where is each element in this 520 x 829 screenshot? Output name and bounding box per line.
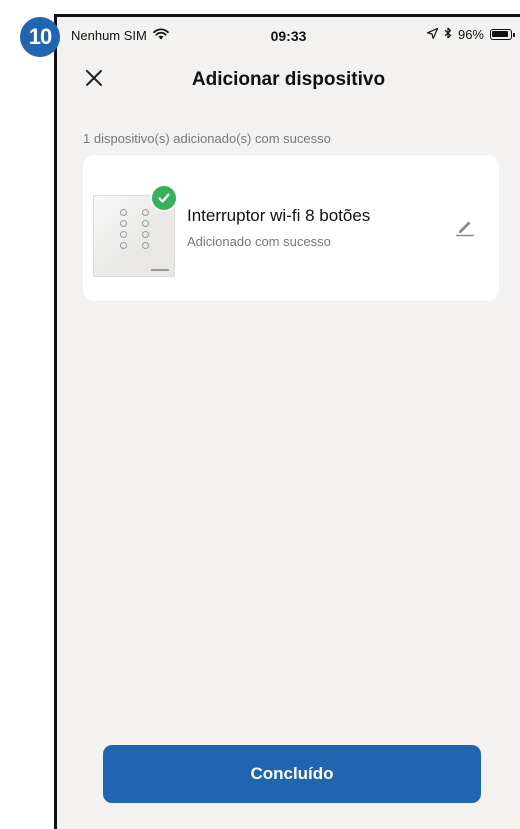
navigation-bar: Adicionar dispositivo: [57, 57, 520, 101]
phone-screen: Nenhum SIM 09:33 96% Adicionar dispositi…: [54, 14, 520, 829]
battery-percent: 96%: [457, 27, 484, 42]
device-card[interactable]: Interruptor wi-fi 8 botões Adicionado co…: [83, 155, 499, 301]
success-check-badge: [150, 184, 178, 212]
status-right: 96%: [426, 27, 515, 42]
page-title: Adicionar dispositivo: [191, 69, 386, 90]
device-name: Interruptor wi-fi 8 botões: [187, 206, 371, 225]
step-number-badge: 10: [20, 17, 60, 57]
pencil-icon: [456, 221, 474, 237]
battery-icon: [490, 29, 515, 40]
location-arrow-icon: [426, 27, 439, 42]
device-status: Adicionado com sucesso: [187, 234, 331, 249]
bluetooth-icon: [444, 27, 452, 42]
check-icon: [158, 193, 170, 203]
status-bar: Nenhum SIM 09:33 96%: [57, 17, 520, 53]
edit-device-name-button[interactable]: [455, 217, 475, 237]
done-button[interactable]: Concluído: [103, 745, 481, 803]
success-message: 1 dispositivo(s) adicionado(s) com suces…: [83, 131, 331, 146]
